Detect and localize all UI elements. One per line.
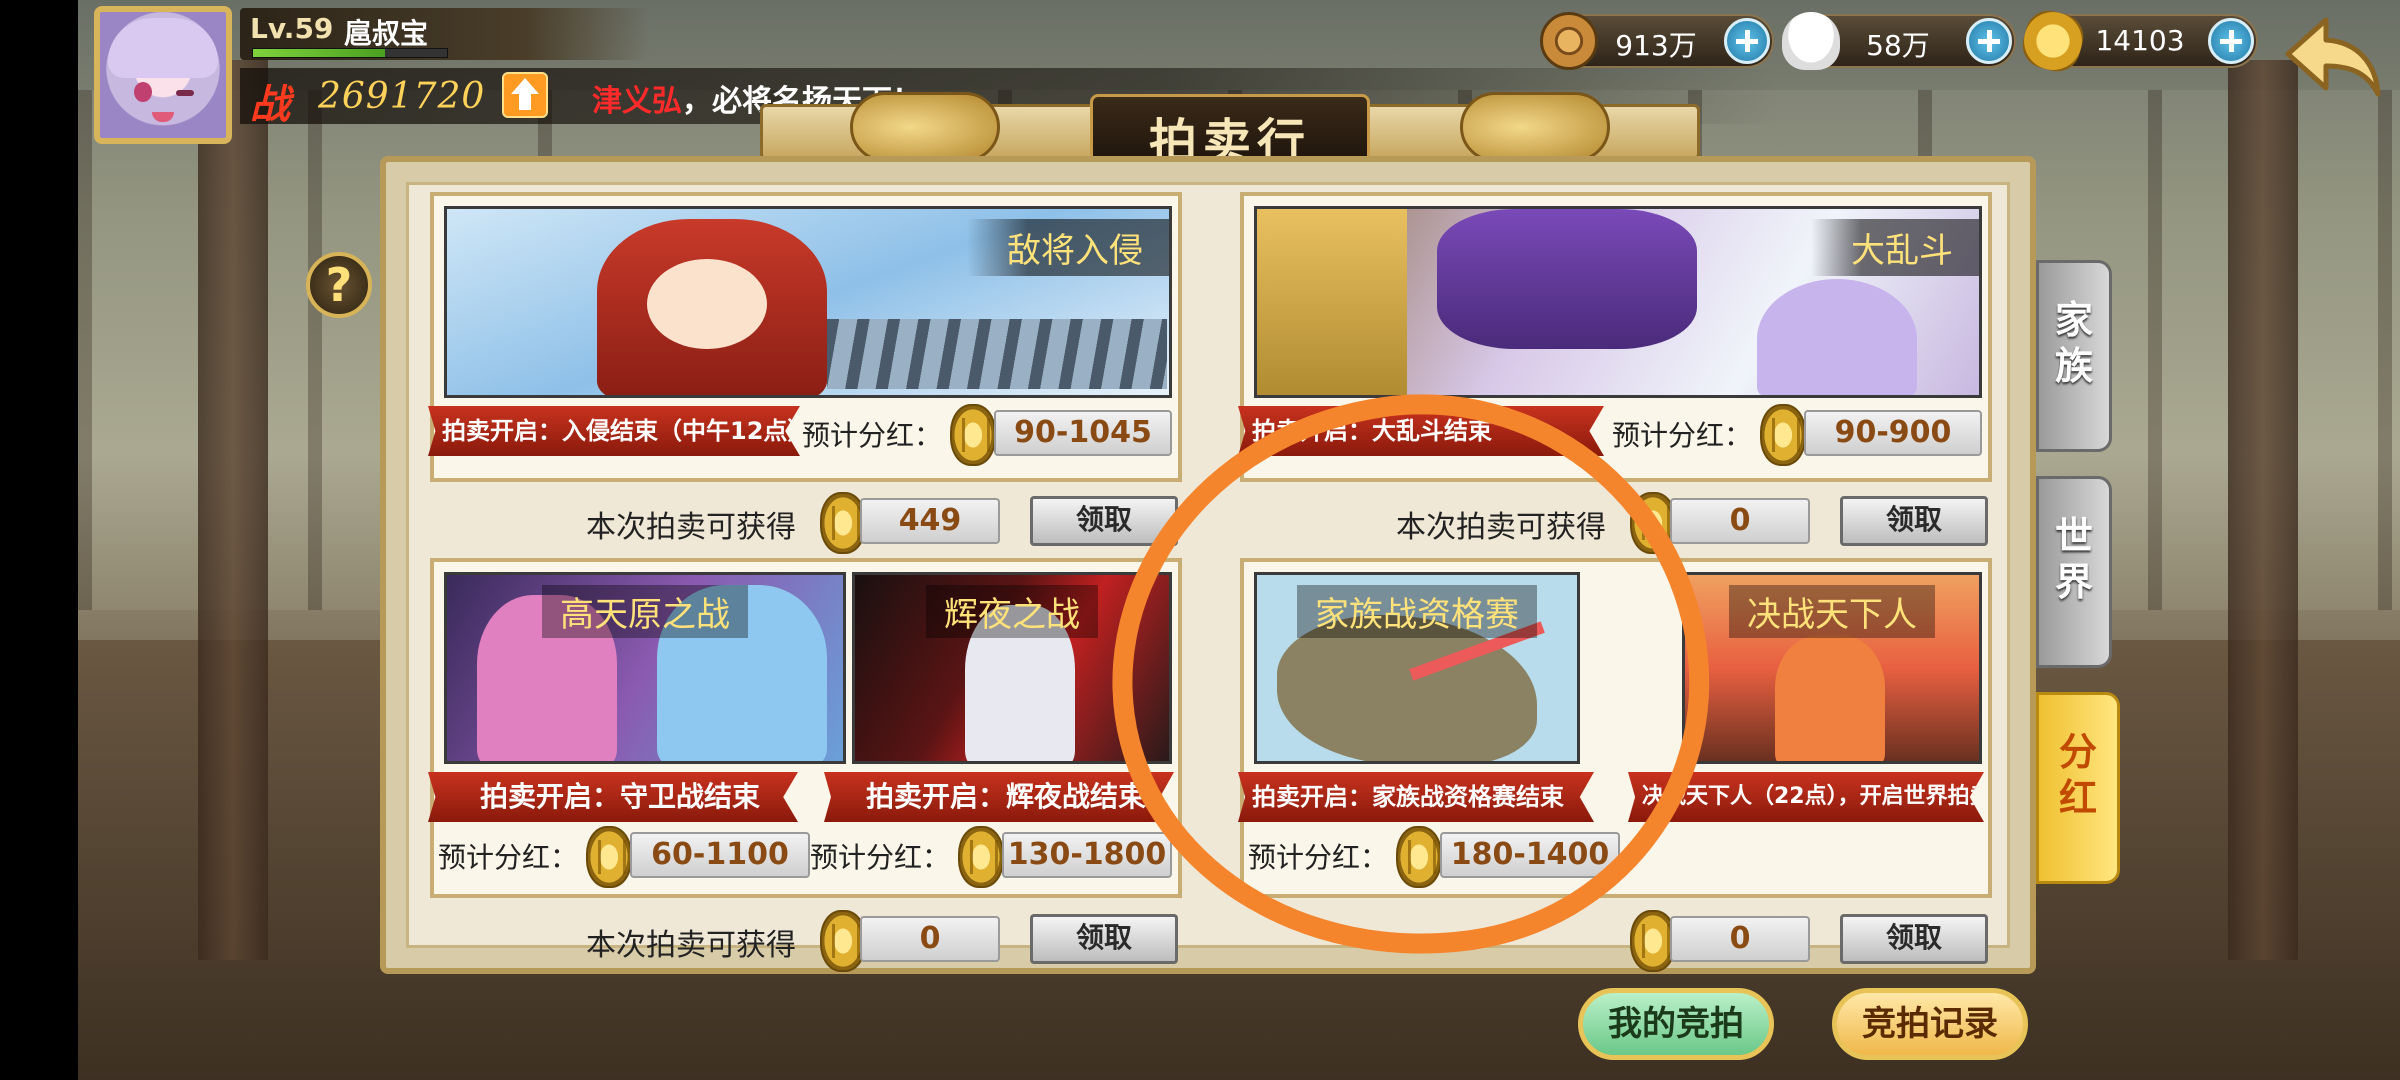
estimate-range: 90-900 bbox=[1804, 410, 1982, 456]
marquee-highlight: 津义弘 bbox=[592, 84, 682, 119]
avatar-hair bbox=[108, 18, 218, 78]
card-title: 敌将入侵 bbox=[967, 219, 1169, 276]
claim-button[interactable]: 领取 bbox=[1840, 914, 1988, 964]
tab-family[interactable]: 家 族 bbox=[2036, 260, 2112, 452]
tab-world[interactable]: 世 界 bbox=[2036, 476, 2112, 668]
cloud-ornament-icon bbox=[850, 92, 1000, 162]
gold-koban-icon bbox=[950, 404, 996, 466]
character-art bbox=[1437, 209, 1697, 349]
estimate-label: 预计分红： bbox=[802, 419, 943, 452]
bid-history-button[interactable]: 竞拍记录 bbox=[1832, 988, 2028, 1060]
gain-amount: 0 bbox=[1670, 916, 1810, 962]
card-title: 决战天下人 bbox=[1729, 585, 1935, 638]
character-art bbox=[1757, 279, 1917, 395]
army-art bbox=[827, 319, 1167, 389]
tab-dividend[interactable]: 分 红 bbox=[2036, 692, 2120, 884]
card-art: 敌将入侵 bbox=[444, 206, 1172, 398]
card-art: 决战天下人 bbox=[1682, 572, 1982, 764]
gain-amount: 0 bbox=[1670, 498, 1810, 544]
resource-copper: 913万 bbox=[1540, 12, 1774, 70]
resource-value: 58万 bbox=[1866, 29, 1930, 62]
auction-card-invasion: 敌将入侵 拍卖开启：入侵结束（中午12点） 预计分红： 90-1045 bbox=[428, 192, 1182, 482]
estimate-range: 90-1045 bbox=[994, 410, 1172, 456]
player-level: Lv.59 bbox=[250, 12, 333, 45]
card-art: 大乱斗 bbox=[1254, 206, 1982, 398]
my-bids-button[interactable]: 我的竞拍 bbox=[1578, 988, 1774, 1060]
rice-ball-icon bbox=[1782, 12, 1840, 70]
gain-amount: 449 bbox=[860, 498, 1000, 544]
add-rice-button[interactable] bbox=[1966, 18, 2012, 64]
add-gold-button[interactable] bbox=[2208, 18, 2254, 64]
background-pillar bbox=[198, 60, 268, 960]
estimate-label: 预计分红： bbox=[438, 841, 579, 874]
power-up-icon[interactable] bbox=[502, 72, 548, 118]
claim-button[interactable]: 领取 bbox=[1840, 496, 1988, 546]
character-face bbox=[647, 259, 767, 349]
estimate-label: 预计分红： bbox=[1612, 419, 1753, 452]
resource-rice: 58万 bbox=[1782, 12, 2016, 70]
level-prefix: Lv. bbox=[250, 12, 295, 45]
claim-button[interactable]: 领取 bbox=[1030, 914, 1178, 964]
auction-card-pair-left: 高天原之战 辉夜之战 拍卖开启：守卫战结束 拍卖开启：辉夜战结束 预计分红： 6… bbox=[428, 558, 1182, 898]
power-label: 战 bbox=[250, 82, 290, 128]
exp-bar bbox=[252, 48, 448, 58]
help-button[interactable]: ? bbox=[306, 252, 372, 318]
auction-start-ribbon: 拍卖开启：入侵结束（中午12点） bbox=[428, 406, 800, 456]
gain-label: 本次拍卖可获得 bbox=[586, 510, 796, 545]
player-avatar[interactable] bbox=[94, 6, 232, 144]
add-copper-button[interactable] bbox=[1724, 18, 1770, 64]
avatar-eye bbox=[134, 82, 152, 102]
resource-value: 913万 bbox=[1615, 29, 1697, 62]
player-name: 扈叔宝 bbox=[344, 17, 429, 50]
back-arrow-icon[interactable] bbox=[2282, 14, 2382, 100]
card-art: 高天原之战 bbox=[444, 572, 846, 764]
level-value: 59 bbox=[294, 12, 334, 45]
cloud-ornament-icon bbox=[1460, 92, 1610, 162]
card-title: 高天原之战 bbox=[542, 585, 748, 638]
gain-amount: 0 bbox=[860, 916, 1000, 962]
resource-gold: 14103 bbox=[2017, 5, 2258, 77]
auction-start-ribbon: 拍卖开启：守卫战结束 bbox=[428, 772, 798, 822]
estimate-range: 130-1800 bbox=[1002, 832, 1172, 878]
gold-koban-icon bbox=[1760, 404, 1806, 466]
character-art bbox=[1257, 209, 1407, 395]
power-value: 2691720 bbox=[318, 76, 486, 117]
avatar-mouth bbox=[152, 112, 174, 122]
gold-koban-icon bbox=[958, 826, 1004, 888]
copper-coin-icon bbox=[1540, 12, 1598, 70]
avatar-eye bbox=[176, 90, 194, 96]
gain-label: 本次拍卖可获得 bbox=[586, 928, 796, 963]
estimate-label: 预计分红： bbox=[810, 841, 951, 874]
exp-bar-fill bbox=[253, 49, 385, 57]
background-pillar bbox=[2228, 60, 2298, 960]
card-title: 辉夜之战 bbox=[926, 585, 1098, 638]
auction-start-ribbon: 拍卖开启：辉夜战结束 bbox=[824, 772, 1174, 822]
resource-value: 14103 bbox=[2095, 24, 2185, 57]
gold-koban-icon bbox=[586, 826, 632, 888]
card-title: 大乱斗 bbox=[1811, 219, 1979, 276]
estimate-range: 60-1100 bbox=[630, 832, 810, 878]
character-art bbox=[1775, 635, 1885, 761]
